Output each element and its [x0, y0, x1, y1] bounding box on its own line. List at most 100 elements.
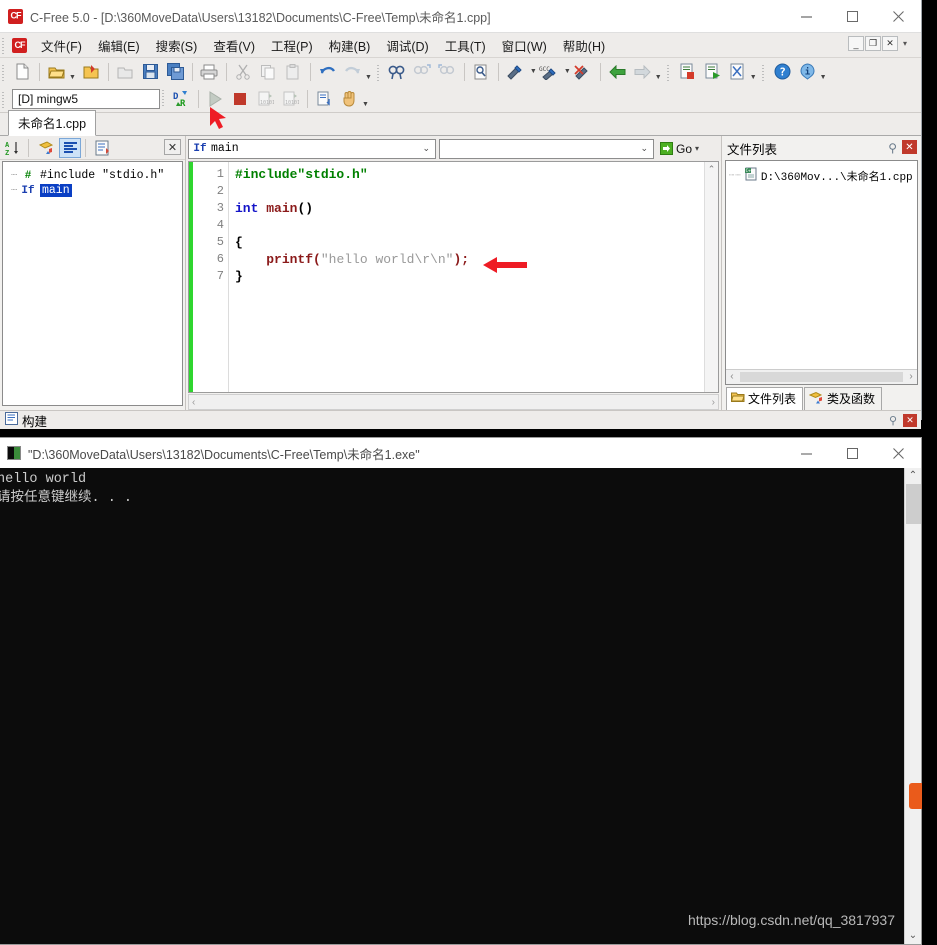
sort-az-icon[interactable]: AZ — [2, 138, 24, 158]
menu-item-project[interactable]: 工程(P) — [263, 33, 321, 58]
menu-overflow-caret-icon[interactable]: ▾ — [903, 39, 907, 48]
stop-build-icon[interactable] — [676, 61, 699, 83]
redo-icon[interactable] — [341, 61, 364, 83]
save-all-icon[interactable] — [164, 61, 187, 83]
pin-icon[interactable]: ⚲ — [888, 141, 897, 155]
find-icon[interactable] — [386, 61, 409, 83]
rebuild-icon[interactable] — [572, 61, 595, 83]
build-dropdown-caret-icon[interactable]: ▼ — [564, 68, 571, 75]
toolbar-grip-handle[interactable] — [1, 62, 8, 81]
menu-item-tools[interactable]: 工具(T) — [437, 33, 494, 58]
print-icon[interactable] — [198, 61, 221, 83]
menu-item-window[interactable]: 窗口(W) — [494, 33, 555, 58]
go-button[interactable]: Go ▾ — [657, 139, 702, 159]
scroll-left-icon[interactable]: ‹ — [192, 397, 195, 408]
find-input[interactable]: ⌄ — [439, 138, 654, 159]
compile-icon[interactable] — [504, 61, 527, 83]
menu-item-help[interactable]: 帮助(H) — [555, 33, 613, 58]
document-tab-untitled1[interactable]: 未命名1.cpp — [8, 110, 97, 136]
help-dropdown-caret-icon[interactable]: ▼ — [820, 74, 827, 85]
step-into-icon[interactable]: 10101 — [279, 88, 302, 110]
tab-class-function[interactable]: 类及函数 — [804, 387, 883, 410]
pause-icon[interactable] — [338, 88, 361, 110]
menu-item-view[interactable]: 查看(V) — [205, 33, 263, 58]
debug-dropdown-caret-icon[interactable]: ▼ — [362, 101, 369, 112]
symbol-pane-close-button[interactable]: ✕ — [164, 139, 181, 155]
scroll-right-icon[interactable]: › — [908, 372, 914, 383]
close-button[interactable] — [875, 0, 921, 33]
tree-item-main[interactable]: ┈ If main — [7, 183, 178, 198]
compiler-select[interactable]: [D] mingw5 — [12, 88, 160, 109]
symbol-select[interactable]: If main ⌄ — [188, 138, 436, 159]
find-prev-icon[interactable] — [436, 61, 459, 83]
file-list-close-button[interactable]: ✕ — [902, 140, 917, 154]
pin-icon[interactable]: ⚲ — [889, 414, 897, 427]
open-dropdown-caret-icon[interactable]: ▼ — [69, 74, 76, 85]
mdi-close-button[interactable]: ✕ — [881, 36, 898, 51]
file-list-horizontal-scrollbar[interactable]: ‹ › — [726, 369, 917, 384]
help-icon[interactable]: ? — [771, 61, 794, 83]
member-list-icon[interactable] — [59, 137, 81, 158]
doc-dropdown-caret-icon[interactable]: ▼ — [750, 74, 757, 85]
debug-restart-icon[interactable]: DR — [170, 88, 193, 110]
scroll-up-icon[interactable]: ⌃ — [708, 164, 716, 175]
nav-dropdown-caret-icon[interactable]: ▼ — [655, 74, 662, 85]
class-function-icon[interactable] — [35, 138, 57, 158]
about-icon[interactable]: i — [796, 61, 819, 83]
go-dropdown-caret-icon[interactable]: ▾ — [695, 144, 699, 153]
file-list-item[interactable]: ┈┈ C++ D:\360Mov...\未命名1.cpp — [729, 167, 914, 185]
console-vertical-scrollbar[interactable]: ⌃ ⌄ — [904, 468, 921, 944]
find-next-icon[interactable] — [411, 61, 434, 83]
scroll-up-icon[interactable]: ⌃ — [909, 468, 917, 484]
copy-icon[interactable] — [257, 61, 280, 83]
editor-horizontal-scrollbar[interactable]: ‹ › — [188, 394, 719, 410]
nav-back-icon[interactable] — [606, 61, 629, 83]
editor-vertical-scrollbar[interactable]: ⌃ — [704, 162, 718, 392]
tab-file-list[interactable]: 文件列表 — [726, 387, 804, 410]
undo-dropdown-caret-icon[interactable]: ▼ — [365, 74, 372, 85]
scrollbar-thumb[interactable] — [905, 484, 921, 524]
menu-item-file[interactable]: 文件(F) — [33, 33, 90, 58]
nav-forward-icon[interactable] — [631, 61, 654, 83]
maximize-button[interactable] — [829, 0, 875, 33]
minimize-button[interactable] — [783, 0, 829, 33]
new-file-icon[interactable] — [11, 61, 34, 83]
compile-dropdown-caret-icon[interactable]: ▼ — [530, 68, 537, 75]
console-maximize-button[interactable] — [829, 438, 875, 468]
step-out-icon[interactable] — [313, 88, 336, 110]
step-over-icon[interactable]: 10101 — [254, 88, 277, 110]
build-icon[interactable]: GCC — [538, 61, 561, 83]
save-icon[interactable] — [139, 61, 162, 83]
code-text-area[interactable]: #include"stdio.h" int main() { printf("h… — [229, 162, 704, 392]
menu-grip-handle[interactable] — [1, 36, 8, 54]
scrollbar-thumb[interactable] — [740, 372, 903, 382]
cut-icon[interactable] — [232, 61, 255, 83]
console-output[interactable]: hello world 请按任意键继续. . . — [0, 468, 921, 944]
debug-toolbar-grip-handle[interactable] — [1, 89, 8, 108]
open-folder-icon[interactable] — [45, 61, 68, 83]
compiler-grip-handle[interactable] — [162, 89, 169, 108]
undo-icon[interactable] — [316, 61, 339, 83]
scroll-down-icon[interactable]: ⌄ — [909, 928, 917, 944]
toolbar-grip-handle[interactable] — [665, 62, 673, 81]
mdi-minimize-button[interactable]: _ — [847, 36, 864, 51]
close-project-icon[interactable] — [114, 61, 137, 83]
toolbar-grip-handle[interactable] — [760, 62, 768, 81]
menu-item-edit[interactable]: 编辑(E) — [90, 33, 148, 58]
run-build-icon[interactable] — [701, 61, 724, 83]
console-close-button[interactable] — [875, 438, 921, 468]
menu-item-build[interactable]: 构建(B) — [321, 33, 379, 58]
properties-icon[interactable] — [92, 138, 114, 158]
clean-icon[interactable] — [726, 61, 749, 83]
mdi-restore-button[interactable]: ❐ — [864, 36, 881, 51]
paste-icon[interactable] — [282, 61, 305, 83]
menu-item-search[interactable]: 搜索(S) — [148, 33, 206, 58]
build-panel-close-button[interactable]: ✕ — [903, 414, 917, 427]
new-project-icon[interactable] — [80, 61, 103, 83]
menu-item-debug[interactable]: 调试(D) — [378, 33, 436, 58]
scroll-right-icon[interactable]: › — [712, 397, 715, 408]
tree-item-include[interactable]: ┈ # #include "stdio.h" — [7, 168, 178, 183]
scroll-left-icon[interactable]: ‹ — [729, 372, 735, 383]
find-in-files-icon[interactable] — [470, 61, 493, 83]
toolbar-grip-handle[interactable] — [375, 62, 383, 81]
